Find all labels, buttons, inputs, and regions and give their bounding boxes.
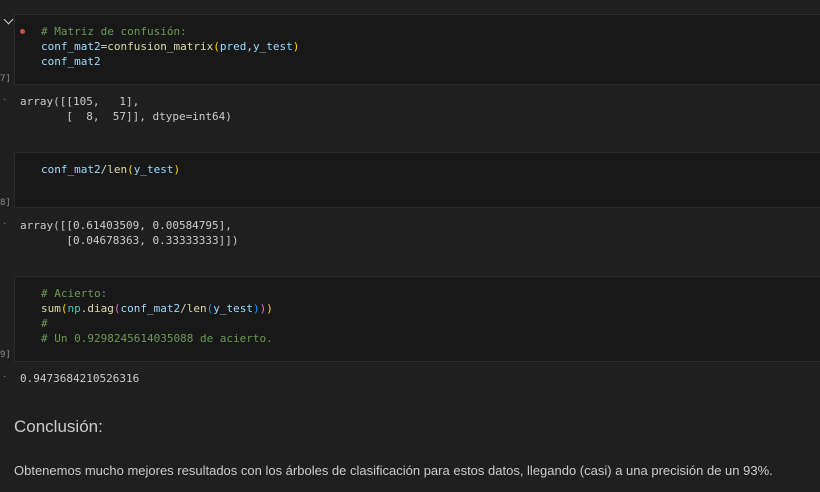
output-marker: ·	[3, 218, 7, 229]
code-token: (	[113, 302, 121, 315]
code-token: diag	[87, 302, 114, 315]
code-token: (	[213, 40, 220, 53]
cell-output-3: 0.9473684210526316	[20, 372, 140, 385]
markdown-paragraph: Obtenemos mucho mejores resultados con l…	[14, 463, 773, 478]
code-token: (	[60, 302, 68, 315]
code-token: np	[67, 302, 81, 315]
code-token: /	[180, 302, 187, 315]
code-token: y_test	[213, 302, 253, 315]
code-cell-1[interactable]: # Matriz de confusión: conf_mat2=confusi…	[14, 14, 820, 85]
execution-count: 8]	[0, 198, 11, 208]
output-marker: ·	[3, 371, 7, 382]
code-token: conf_mat2	[41, 55, 101, 68]
code-comment: # Acierto:	[41, 287, 108, 300]
code-token: conf_mat2	[41, 40, 101, 53]
code-token: len	[107, 163, 128, 176]
code-token: len	[186, 302, 207, 315]
code-comment: # Un 0.9298245614035088 de acierto.	[41, 332, 273, 345]
code-comment: # Matriz de confusión:	[41, 25, 187, 38]
error-indicator-icon	[20, 29, 25, 34]
code-token: )	[266, 302, 273, 315]
code-token: )	[252, 302, 260, 315]
execution-count: 9]	[0, 350, 11, 360]
code-editor[interactable]: # Acierto: sum(np.diag(conf_mat2/len(y_t…	[41, 286, 273, 346]
cell-output-2: array([[0.61403509, 0.00584795], [0.0467…	[20, 219, 239, 247]
code-token: conf_mat2	[120, 302, 181, 315]
code-cell-3[interactable]: # Acierto: sum(np.diag(conf_mat2/len(y_t…	[14, 276, 820, 362]
code-token: confusion_matrix	[107, 40, 214, 53]
collapse-chevron-icon[interactable]	[3, 14, 14, 25]
code-editor[interactable]: conf_mat2/len(y_test)	[41, 162, 180, 177]
markdown-heading: Conclusión:	[14, 417, 103, 436]
code-token: pred	[219, 40, 247, 53]
code-editor[interactable]: # Matriz de confusión: conf_mat2=confusi…	[41, 24, 299, 69]
code-token: y_test	[252, 40, 293, 53]
code-token: )	[292, 40, 300, 53]
cell-output-1: array([[105, 1], [ 8, 57]], dtype=int64)	[20, 95, 232, 123]
code-token: y_test	[133, 163, 174, 176]
execution-count: 7]	[0, 74, 11, 84]
code-token: sum	[41, 302, 61, 315]
code-token: ,	[246, 40, 253, 53]
output-marker: ·	[3, 94, 7, 105]
code-comment: #	[41, 317, 48, 330]
code-token: (	[127, 163, 134, 176]
code-token: conf_mat2	[41, 163, 101, 176]
code-cell-2[interactable]: conf_mat2/len(y_test)	[14, 152, 820, 208]
code-token: )	[173, 163, 181, 176]
